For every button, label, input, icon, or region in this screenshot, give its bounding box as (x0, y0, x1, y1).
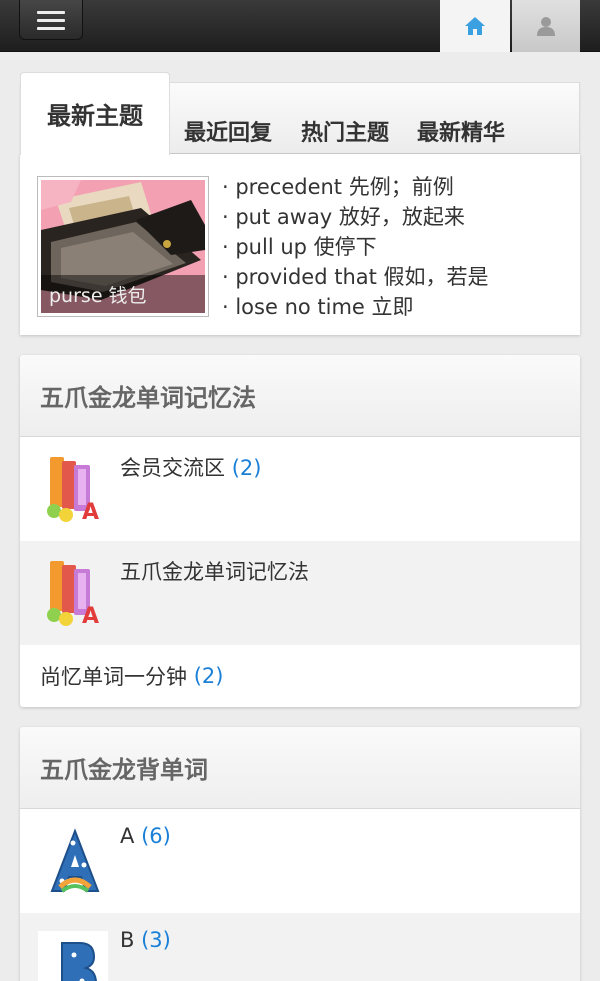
forum-row[interactable]: B (3) (20, 913, 580, 981)
forum-title: B (120, 928, 135, 952)
top-nav-bar (0, 0, 600, 52)
home-icon (465, 17, 485, 35)
letter-a-icon (50, 828, 100, 893)
list-item[interactable]: · precedent 先例；前例 (222, 172, 489, 202)
menu-icon-bar (37, 10, 65, 14)
forum-name[interactable]: 五爪金龙单词记忆法 (120, 556, 309, 586)
tab-hot-topics[interactable]: 热门主题 (301, 115, 389, 147)
latest-topics-panel: 最近回复 热门主题 最新精华 最新主题 purse 钱包 · precedent… (20, 72, 580, 335)
topic-count: (6) (141, 824, 171, 848)
featured-caption: purse 钱包 (41, 275, 205, 313)
featured-thumbnail[interactable]: purse 钱包 (37, 176, 209, 317)
topic-count: (2) (193, 664, 224, 688)
menu-icon-bar (37, 18, 65, 22)
books-icon: A (47, 457, 99, 525)
user-tab[interactable] (512, 0, 580, 52)
topic-count: (2) (231, 456, 262, 480)
topic-count: (3) (141, 928, 171, 952)
svg-text:A: A (82, 500, 99, 525)
svg-text:A: A (82, 604, 99, 629)
forum-title: 尚忆单词一分钟 (40, 665, 187, 689)
purse-image: purse 钱包 (41, 180, 205, 313)
menu-button[interactable] (19, 0, 83, 40)
forum-title: 五爪金龙单词记忆法 (120, 560, 309, 584)
tab-recent-replies[interactable]: 最近回复 (184, 115, 272, 147)
forum-row[interactable]: A (6) (20, 809, 580, 913)
list-item[interactable]: · put away 放好，放起来 (222, 202, 489, 232)
forum-section-vocabulary: 五爪金龙背单词 A (6) B (3) (20, 727, 580, 981)
tab-featured[interactable]: 最新精华 (417, 115, 505, 147)
list-item[interactable]: · pull up 使停下 (222, 232, 489, 262)
recent-topics-list: · precedent 先例；前例 · put away 放好，放起来 · pu… (222, 172, 489, 322)
section-title[interactable]: 五爪金龙单词记忆法 (20, 355, 580, 437)
user-icon (537, 17, 555, 36)
forum-name[interactable]: 会员交流区 (2) (120, 452, 261, 482)
books-icon: A (47, 561, 99, 629)
forum-title: 会员交流区 (120, 456, 225, 480)
list-item[interactable]: · lose no time 立即 (222, 292, 489, 322)
forum-name[interactable]: A (6) (120, 824, 171, 848)
forum-name[interactable]: B (3) (120, 928, 171, 952)
latest-topics-body: purse 钱包 · precedent 先例；前例 · put away 放好… (20, 154, 580, 335)
forum-row[interactable]: 尚忆单词一分钟 (2) (20, 645, 580, 707)
forum-section-memory-method: 五爪金龙单词记忆法 A 会员交流区 (2) A 五爪金龙单词记忆法 尚忆单词一分… (20, 355, 580, 707)
section-title[interactable]: 五爪金龙背单词 (20, 727, 580, 809)
forum-row[interactable]: A 会员交流区 (2) (20, 437, 580, 541)
list-item[interactable]: · provided that 假如，若是 (222, 262, 489, 292)
tab-latest-topics[interactable]: 最新主题 (20, 72, 170, 155)
forum-title: A (120, 824, 135, 848)
letter-b-icon (38, 931, 108, 981)
forum-row[interactable]: A 五爪金龙单词记忆法 (20, 541, 580, 645)
menu-icon-bar (37, 26, 65, 30)
home-tab[interactable] (440, 0, 510, 52)
